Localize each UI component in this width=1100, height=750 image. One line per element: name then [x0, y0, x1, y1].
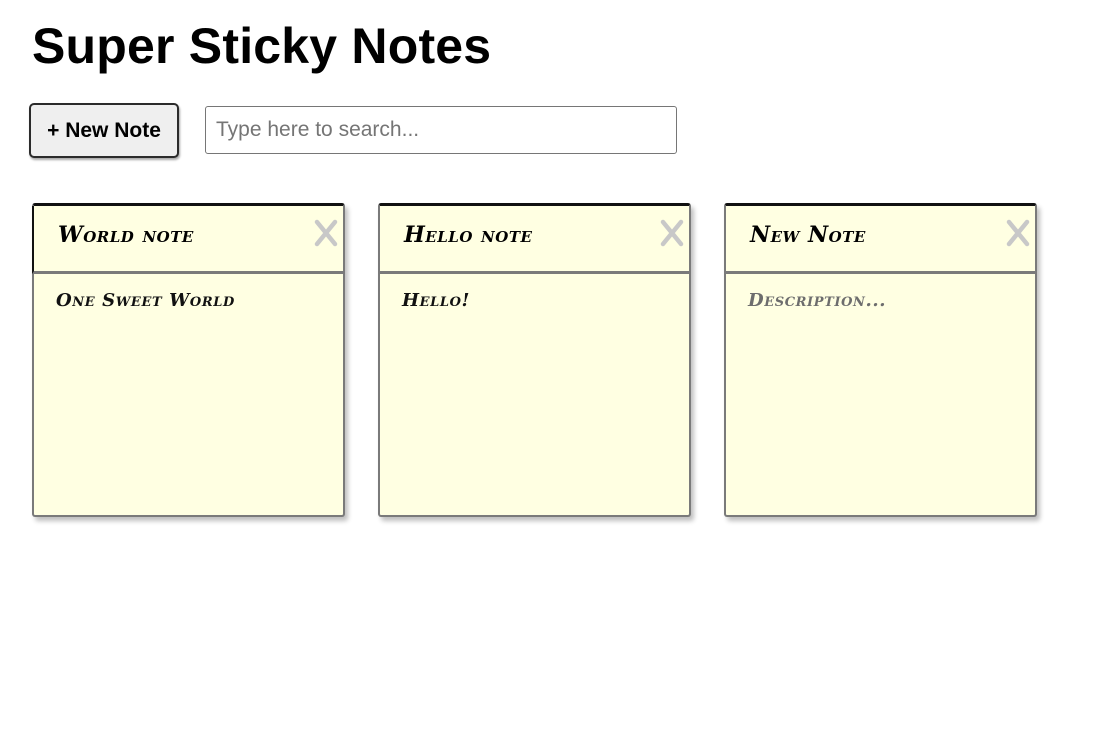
toolbar: + New Note: [29, 103, 677, 158]
note-card: Hello note Hello!: [378, 203, 691, 517]
page-title: Super Sticky Notes: [32, 18, 492, 74]
new-note-button[interactable]: + New Note: [29, 103, 179, 158]
note-header: World note: [32, 206, 343, 274]
note-card: New Note Description...: [724, 203, 1037, 517]
note-header: New Note: [724, 206, 1035, 274]
note-title[interactable]: World note: [58, 222, 194, 248]
note-header: Hello note: [378, 206, 689, 274]
note-title[interactable]: Hello note: [404, 222, 532, 248]
note-description[interactable]: Hello!: [402, 290, 671, 311]
note-title[interactable]: New Note: [750, 222, 866, 248]
close-icon[interactable]: [659, 218, 685, 248]
note-description[interactable]: Description...: [748, 290, 1017, 311]
notes-list: World note One Sweet World Hello note He…: [32, 203, 1070, 517]
search-input[interactable]: [205, 105, 677, 154]
sticky-notes-app: Super Sticky Notes + New Note World note…: [0, 0, 1100, 750]
close-icon[interactable]: [1005, 218, 1031, 248]
close-icon[interactable]: [313, 218, 339, 248]
note-description[interactable]: One Sweet World: [56, 290, 325, 311]
note-card: World note One Sweet World: [32, 203, 345, 517]
